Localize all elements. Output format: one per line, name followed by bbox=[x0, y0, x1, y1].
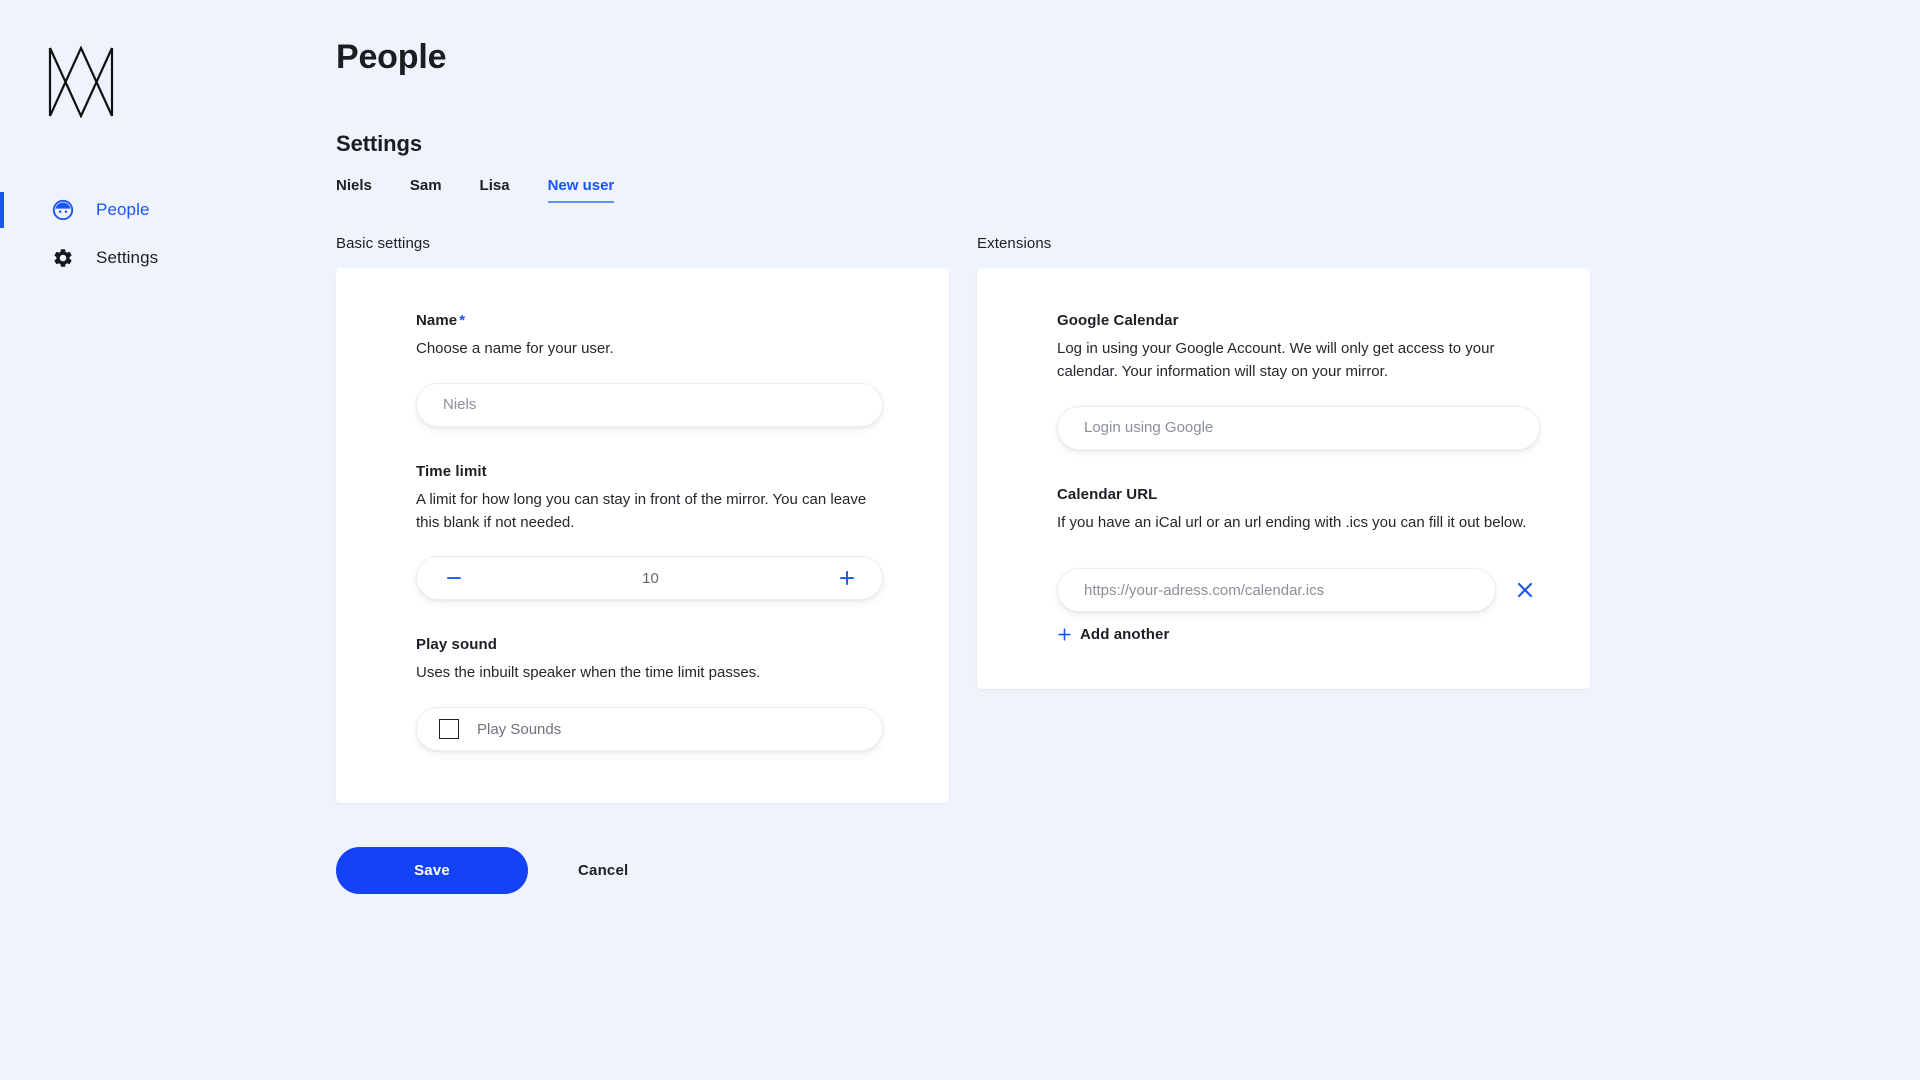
login-using-google-button[interactable]: Login using Google bbox=[1057, 405, 1540, 450]
basic-settings-label: Basic settings bbox=[336, 235, 430, 252]
calendar-url-row: https://your-adress.com/calendar.ics bbox=[1057, 568, 1540, 613]
tab-niels[interactable]: Niels bbox=[336, 175, 372, 203]
time-limit-label: Time limit bbox=[416, 462, 487, 480]
tab-new-user[interactable]: New user bbox=[547, 175, 615, 203]
minus-icon[interactable] bbox=[441, 565, 467, 591]
tab-sam[interactable]: Sam bbox=[410, 175, 442, 203]
time-limit-stepper: 10 bbox=[416, 556, 883, 601]
sidebar-item-label: People bbox=[96, 200, 150, 219]
settings-columns: Basic settings Name * Choose a name for y… bbox=[336, 235, 1920, 804]
user-tabs: Niels Sam Lisa New user bbox=[336, 175, 1920, 203]
name-label: Name * bbox=[416, 312, 883, 329]
save-button[interactable]: Save bbox=[336, 847, 528, 895]
add-another-label: Add another bbox=[1080, 626, 1170, 644]
plus-icon bbox=[1057, 627, 1072, 642]
sidebar-item-people[interactable]: People bbox=[0, 186, 336, 234]
tab-lisa[interactable]: Lisa bbox=[480, 175, 510, 203]
app-root: People Settings People Settings Niels Sa… bbox=[0, 0, 1920, 1080]
sidebar-nav: People Settings bbox=[0, 186, 336, 282]
required-asterisk: * bbox=[459, 312, 466, 329]
basic-settings-card: Name * Choose a name for your user. Niels… bbox=[336, 268, 949, 804]
play-sounds-checkbox[interactable] bbox=[439, 719, 459, 740]
settings-heading: Settings bbox=[336, 131, 422, 156]
person-face-icon bbox=[52, 199, 74, 221]
time-limit-description: A limit for how long you can stay in fro… bbox=[416, 490, 867, 531]
sidebar-item-settings[interactable]: Settings bbox=[0, 234, 336, 282]
add-another-button[interactable]: Add another bbox=[1057, 626, 1169, 643]
field-name: Name * Choose a name for your user. Niels bbox=[416, 312, 883, 427]
name-description: Choose a name for your user. bbox=[416, 340, 614, 357]
calendar-url-input[interactable]: https://your-adress.com/calendar.ics bbox=[1057, 568, 1496, 613]
main-content: People Settings Niels Sam Lisa New user … bbox=[336, 0, 1920, 1080]
sidebar: People Settings bbox=[0, 0, 336, 1080]
basic-settings-column: Basic settings Name * Choose a name for y… bbox=[336, 235, 949, 804]
calendar-url-label: Calendar URL bbox=[1057, 485, 1158, 503]
mirror-logo bbox=[48, 45, 114, 119]
page-title: People bbox=[336, 38, 447, 76]
field-google-calendar: Google Calendar Log in using your Google… bbox=[1057, 312, 1540, 450]
name-label-text: Name bbox=[416, 312, 458, 329]
gear-icon bbox=[52, 247, 74, 269]
cancel-button[interactable]: Cancel bbox=[560, 852, 646, 889]
play-sounds-checkbox-label: Play Sounds bbox=[477, 720, 562, 738]
extensions-column: Extensions Google Calendar Log in using … bbox=[977, 235, 1590, 690]
name-input[interactable]: Niels bbox=[416, 382, 883, 427]
extensions-label: Extensions bbox=[977, 235, 1052, 252]
google-calendar-label: Google Calendar bbox=[1057, 312, 1179, 329]
field-time-limit: Time limit A limit for how long you can … bbox=[416, 463, 883, 601]
play-sound-label: Play sound bbox=[416, 636, 498, 654]
sidebar-item-label: Settings bbox=[96, 248, 159, 267]
form-actions: Save Cancel bbox=[336, 847, 1920, 895]
play-sounds-checkbox-row[interactable]: Play Sounds bbox=[416, 707, 883, 752]
time-limit-value: 10 bbox=[642, 569, 659, 587]
close-icon[interactable] bbox=[1510, 575, 1540, 605]
google-calendar-description: Log in using your Google Account. We wil… bbox=[1057, 340, 1495, 380]
plus-icon[interactable] bbox=[834, 565, 860, 591]
field-play-sound: Play sound Uses the inbuilt speaker when… bbox=[416, 636, 883, 752]
calendar-url-description: If you have an iCal url or an url ending… bbox=[1057, 513, 1527, 531]
extensions-card: Google Calendar Log in using your Google… bbox=[977, 268, 1590, 690]
play-sound-description: Uses the inbuilt speaker when the time l… bbox=[416, 664, 761, 682]
field-calendar-url: Calendar URL If you have an iCal url or … bbox=[1057, 485, 1540, 643]
